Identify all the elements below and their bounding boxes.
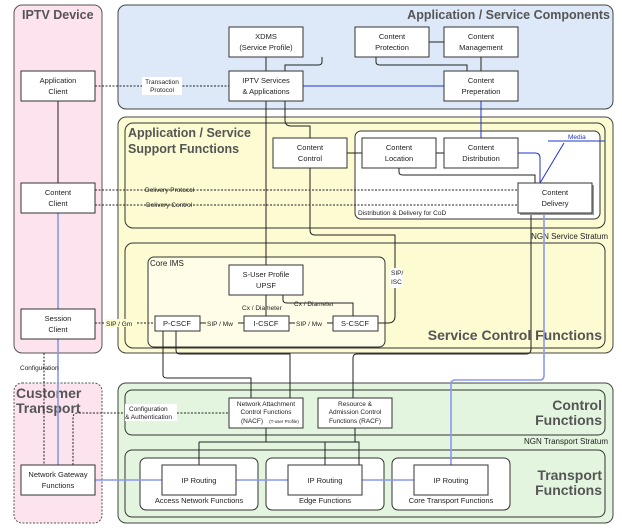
- application-client-box[interactable]: Application Client: [20, 70, 96, 102]
- service-control-title: Service Control Functions: [428, 327, 602, 343]
- ip-routing-access-box[interactable]: IP Routing: [161, 464, 237, 496]
- svg-text:Protocol: Protocol: [150, 87, 174, 94]
- cx-diameter-label-1: Cx / Diameter: [242, 305, 283, 312]
- customer-transport-title-2: Transport: [16, 400, 81, 416]
- svg-text:Content: Content: [542, 188, 569, 197]
- p-cscf-box[interactable]: P-CSCF: [154, 315, 201, 332]
- svg-text:Resource &: Resource &: [338, 401, 373, 408]
- svg-text:Network Attachment: Network Attachment: [237, 401, 295, 408]
- svg-text:Delivery: Delivery: [541, 199, 568, 208]
- svg-text:Management: Management: [459, 43, 504, 52]
- ngn-transport-stratum-label: NGN Transport Stratum: [524, 437, 608, 446]
- content-management-box[interactable]: Content Management: [443, 26, 519, 58]
- content-client-box[interactable]: Content Client: [20, 182, 96, 214]
- svg-text:& Authentication: & Authentication: [125, 414, 172, 421]
- content-delivery-box[interactable]: Content Delivery: [517, 182, 594, 215]
- core-ims-title: Core IMS: [150, 259, 184, 268]
- svg-text:IP Routing: IP Routing: [182, 476, 217, 485]
- xdms-box[interactable]: XDMS (Service Profile): [228, 26, 304, 58]
- upsf-box[interactable]: S-User Profile UPSF: [228, 264, 304, 296]
- config-auth-label: Configuration: [129, 406, 168, 413]
- edge-label: Edge Functions: [299, 496, 351, 505]
- s-cscf-box[interactable]: S-CSCF: [332, 315, 379, 332]
- configuration-label: Configuration: [20, 365, 59, 372]
- svg-text:IP Routing: IP Routing: [434, 476, 469, 485]
- svg-text:I-CSCF: I-CSCF: [254, 319, 279, 328]
- content-distribution-box[interactable]: Content Distribution: [443, 137, 519, 169]
- svg-text:S-User Profile: S-User Profile: [243, 270, 290, 279]
- svg-text:Session: Session: [45, 314, 72, 323]
- control-functions-title-1: Control: [552, 397, 602, 413]
- svg-text:Functions (RACF): Functions (RACF): [329, 418, 381, 425]
- ip-routing-core-box[interactable]: IP Routing: [413, 464, 489, 496]
- svg-text:S-CSCF: S-CSCF: [341, 319, 369, 328]
- cx-diameter-label-2: Cx / Diameter: [294, 301, 335, 308]
- svg-text:UPSF: UPSF: [256, 281, 276, 290]
- ngn-service-stratum-label: NGN Service Stratum: [531, 232, 608, 241]
- svg-text:Content: Content: [45, 188, 72, 197]
- app-support-title-2: Support Functions: [128, 142, 239, 156]
- svg-text:Content: Content: [468, 76, 495, 85]
- content-preparation-box[interactable]: Content Preperation: [443, 70, 519, 102]
- svg-text:Location: Location: [385, 154, 413, 163]
- access-network-label: Access Network Functions: [155, 496, 244, 505]
- sip-mw-label-1: SIP / Mw: [207, 321, 233, 328]
- nacf-box[interactable]: Network AttachmentControl Functions (NACF…: [228, 397, 304, 429]
- ip-routing-edge-box[interactable]: IP Routing: [287, 464, 363, 496]
- svg-text:Content: Content: [468, 32, 495, 41]
- racf-box[interactable]: Resource &Admission Control Functions (RA…: [317, 397, 393, 429]
- svg-text:Application: Application: [40, 76, 77, 85]
- svg-text:P-CSCF: P-CSCF: [163, 319, 191, 328]
- svg-text:& Applications: & Applications: [242, 87, 289, 96]
- svg-text:Control Functions: Control Functions: [241, 409, 293, 416]
- svg-text:Content: Content: [468, 143, 495, 152]
- iptv-architecture-diagram: IPTV Device Application / Service Compon…: [13, 4, 614, 524]
- svg-text:Client: Client: [48, 87, 68, 96]
- svg-text:(NACF): (NACF): [241, 418, 263, 425]
- svg-text:Client: Client: [48, 325, 68, 334]
- network-gateway-box[interactable]: Network Gateway Functions: [20, 464, 96, 496]
- svg-text:Functions: Functions: [42, 481, 75, 490]
- content-location-box[interactable]: Content Location: [361, 137, 437, 169]
- svg-text:Preperation: Preperation: [462, 87, 501, 96]
- svg-text:Content: Content: [297, 143, 324, 152]
- control-functions-title-2: Functions: [535, 412, 602, 428]
- svg-text:ISC: ISC: [391, 279, 402, 286]
- transport-functions-title-1: Transport: [537, 467, 602, 483]
- svg-text:Control: Control: [298, 154, 323, 163]
- delivery-control-label: Delivery Control: [146, 202, 193, 209]
- svg-text:Protection: Protection: [375, 43, 409, 52]
- content-protection-box[interactable]: Content Protection: [354, 26, 430, 58]
- cod-label: Distribution & Delivery for CoD: [358, 210, 446, 217]
- sip-isc-label: SIP/: [391, 270, 403, 277]
- svg-text:Content: Content: [386, 143, 413, 152]
- sip-gm-label: SIP / Gm: [106, 321, 132, 328]
- i-cscf-box[interactable]: I-CSCF: [243, 315, 290, 332]
- app-components-title: Application / Service Components: [407, 8, 610, 22]
- app-support-title-1: Application / Service: [128, 126, 251, 140]
- svg-text:Distribution: Distribution: [462, 154, 500, 163]
- svg-text:Client: Client: [48, 199, 68, 208]
- media-label: Media: [568, 134, 586, 141]
- core-transport-label: Core Transport Functions: [409, 496, 494, 505]
- svg-text:(T-user Profile): (T-user Profile): [269, 419, 299, 424]
- customer-transport-title-1: Customer: [16, 385, 82, 401]
- svg-text:Network Gateway: Network Gateway: [28, 470, 87, 479]
- iptv-services-box[interactable]: IPTV Services & Applications: [228, 70, 304, 102]
- session-client-box[interactable]: Session Client: [20, 308, 96, 340]
- svg-text:XDMS: XDMS: [255, 32, 277, 41]
- transport-functions-title-2: Functions: [535, 482, 602, 498]
- transaction-protocol-label: Transaction: [145, 79, 179, 86]
- svg-text:(Service Profile): (Service Profile): [239, 43, 293, 52]
- svg-text:IP Routing: IP Routing: [308, 476, 343, 485]
- svg-text:Admission Control: Admission Control: [329, 409, 382, 416]
- svg-text:IPTV Services: IPTV Services: [242, 76, 290, 85]
- iptv-device-title: IPTV Device: [22, 8, 94, 22]
- svg-text:Content: Content: [379, 32, 406, 41]
- sip-mw-label-2: SIP / Mw: [296, 321, 322, 328]
- delivery-protocol-label: Delivery Protocol: [145, 187, 195, 194]
- content-control-box[interactable]: Content Control: [272, 137, 348, 169]
